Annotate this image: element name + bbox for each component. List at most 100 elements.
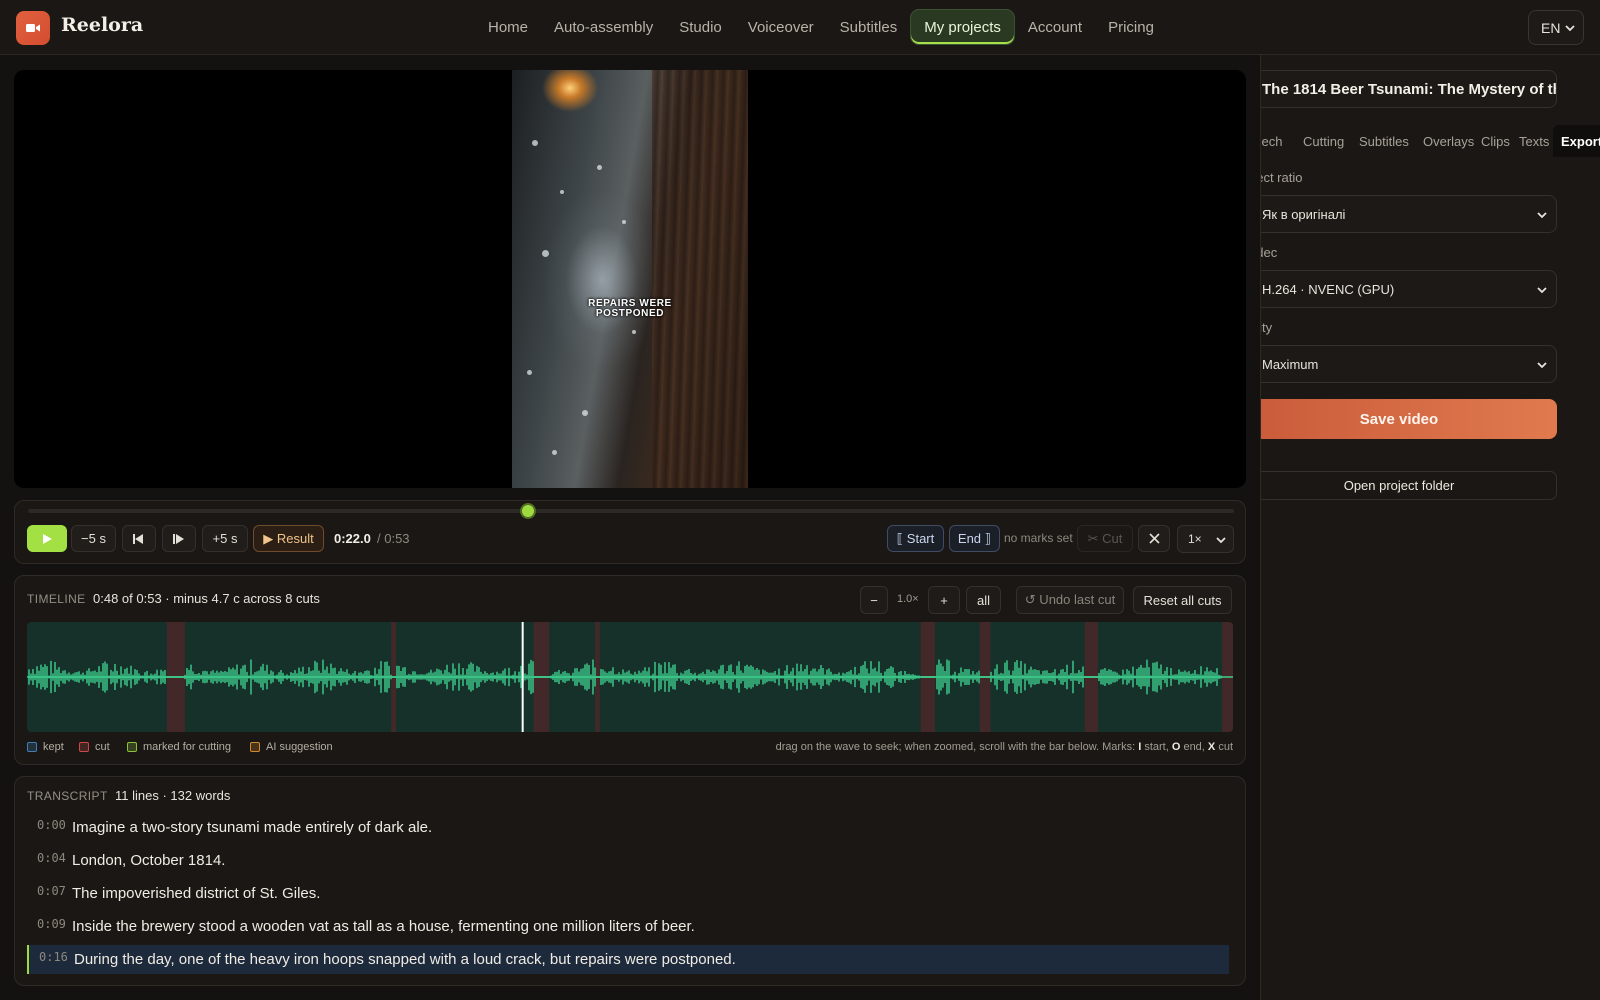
codec-select[interactable]: H.264 · NVENC (GPU)	[1261, 270, 1557, 308]
nav-voiceover[interactable]: Voiceover	[735, 9, 827, 45]
transcript-line-text: During the day, one of the heavy iron ho…	[74, 951, 736, 968]
splash-droplet	[542, 250, 549, 257]
hint-text: start,	[1141, 741, 1172, 753]
playback-speed-select[interactable]: 1×	[1177, 525, 1234, 553]
barrel-texture	[652, 70, 748, 488]
legend-marked: marked for cutting	[127, 741, 231, 753]
player-controls: −5 s +5 s ▶ Result 0:22.0 / 0:53 ⟦ Start…	[14, 500, 1246, 564]
total-time: / 0:53	[377, 531, 410, 546]
nav-studio[interactable]: Studio	[666, 9, 735, 45]
mark-start-button[interactable]: ⟦ Start	[887, 525, 944, 552]
tab-cutting[interactable]: Cutting	[1303, 125, 1344, 157]
quality-value: Maximum	[1262, 356, 1319, 372]
zoom-all-button[interactable]: all	[966, 586, 1001, 614]
cut-button[interactable]: ✂ Cut	[1077, 525, 1133, 552]
next-frame-button[interactable]	[162, 525, 196, 552]
project-title-input[interactable]: The 1814 Beer Tsunami: The Mystery of th…	[1261, 70, 1557, 108]
main-nav: Home Auto-assembly Studio Voiceover Subt…	[475, 9, 1167, 45]
scrub-bar[interactable]	[28, 503, 1234, 519]
splash-droplet	[632, 330, 636, 334]
timeline-stats: 0:48 of 0:53 · minus 4.7 с across 8 cuts	[93, 591, 320, 606]
splash-droplet	[560, 190, 564, 194]
nav-home[interactable]: Home	[475, 9, 541, 45]
transcript-line-text: The impoverished district of St. Giles.	[72, 885, 321, 902]
codec-label: odec	[1261, 245, 1278, 260]
waveform[interactable]	[27, 622, 1233, 732]
hint-text: end,	[1180, 741, 1208, 753]
export-side-panel: The 1814 Beer Tsunami: The Mystery of th…	[1260, 55, 1600, 1000]
previous-frame-button[interactable]	[122, 525, 156, 552]
transcript-line-time: 0:00	[37, 818, 66, 832]
transcript-line[interactable]: 0:07 The impoverished district of St. Gi…	[27, 879, 1229, 908]
legend-label-ai: AI suggestion	[266, 741, 333, 753]
tab-export[interactable]: Export	[1553, 125, 1600, 157]
back-5s-button[interactable]: −5 s	[71, 525, 116, 552]
quality-select[interactable]: Maximum	[1261, 345, 1557, 383]
open-project-folder-button[interactable]: Open project folder	[1261, 471, 1557, 500]
waveform-graphic[interactable]	[27, 622, 1233, 732]
zoom-out-button[interactable]: −	[860, 586, 888, 614]
splash-droplet	[552, 450, 557, 455]
legend-ai-suggestion: AI suggestion	[250, 741, 333, 753]
transcript-line-time: 0:16	[39, 950, 68, 964]
transcript-line[interactable]: 0:04 London, October 1814.	[27, 846, 1229, 875]
timeline-panel: TIMELINE 0:48 of 0:53 · minus 4.7 с acro…	[14, 575, 1246, 765]
legend-swatch-marked	[127, 742, 137, 752]
top-navigation-bar: Reelora Home Auto-assembly Studio Voiceo…	[0, 0, 1600, 55]
aspect-ratio-select[interactable]: Як в оригіналі	[1261, 195, 1557, 233]
close-icon	[1148, 533, 1160, 544]
legend-swatch-cut	[79, 742, 89, 752]
aspect-ratio-value: Як в оригіналі	[1262, 206, 1346, 222]
tab-texts[interactable]: Texts	[1519, 125, 1549, 157]
timeline-title: TIMELINE	[27, 592, 86, 606]
chevron-down-icon	[1565, 25, 1575, 32]
splash-droplet	[582, 410, 588, 416]
transcript-line-active[interactable]: 0:16 During the day, one of the heavy ir…	[27, 945, 1229, 974]
legend-swatch-ai	[250, 742, 260, 752]
timeline-hint: drag on the wave to seek; when zoomed, s…	[776, 741, 1233, 753]
play-button[interactable]	[27, 525, 67, 552]
forward-5s-button[interactable]: +5 s	[202, 525, 248, 552]
transcript-line[interactable]: 0:09 Inside the brewery stood a wooden v…	[27, 912, 1229, 941]
transcript-line-time: 0:07	[37, 884, 66, 898]
nav-subtitles[interactable]: Subtitles	[827, 9, 911, 45]
result-preview-button[interactable]: ▶ Result	[253, 525, 324, 552]
marks-status: no marks set	[1004, 531, 1073, 545]
save-video-button[interactable]: Save video	[1261, 399, 1557, 439]
video-subtitle-caption: REPAIRS WERE POSTPONED	[588, 298, 672, 319]
tab-clips[interactable]: Clips	[1481, 125, 1510, 157]
codec-value: H.264 · NVENC (GPU)	[1262, 281, 1395, 297]
tab-subtitles[interactable]: Subtitles	[1359, 125, 1409, 157]
video-camera-icon[interactable]	[16, 11, 50, 45]
mark-end-button[interactable]: End ⟧	[949, 525, 1000, 552]
transcript-stats: 11 lines · 132 words	[115, 788, 231, 803]
zoom-in-button[interactable]: +	[928, 586, 960, 614]
transcript-line-text: London, October 1814.	[72, 852, 226, 869]
nav-auto-assembly[interactable]: Auto-assembly	[541, 9, 666, 45]
playback-speed-value: 1×	[1188, 532, 1202, 546]
clear-marks-button[interactable]	[1138, 525, 1170, 552]
video-preview[interactable]: REPAIRS WERE POSTPONED	[14, 70, 1246, 488]
chevron-down-icon	[1537, 287, 1547, 294]
scrub-handle[interactable]	[520, 503, 537, 519]
legend-cut: cut	[79, 741, 110, 753]
language-value: EN	[1541, 19, 1561, 36]
undo-last-cut-button[interactable]: ↺ Undo last cut	[1016, 586, 1124, 614]
nav-account[interactable]: Account	[1015, 9, 1095, 45]
brand-name[interactable]: Reelora	[61, 14, 143, 36]
nav-my-projects[interactable]: My projects	[910, 9, 1015, 45]
transcript-title: TRANSCRIPT	[27, 789, 108, 803]
chevron-down-icon	[1537, 362, 1547, 369]
nav-pricing[interactable]: Pricing	[1095, 9, 1167, 45]
tab-overlays[interactable]: Overlays	[1423, 125, 1474, 157]
chevron-down-icon	[1537, 212, 1547, 219]
hint-text: cut	[1215, 741, 1233, 753]
transcript-line[interactable]: 0:00 Imagine a two-story tsunami made en…	[27, 813, 1229, 842]
legend-label-kept: kept	[43, 741, 64, 753]
reset-all-cuts-button[interactable]: Reset all cuts	[1133, 586, 1232, 614]
tab-speech[interactable]: peech	[1261, 125, 1282, 157]
legend-label-cut: cut	[95, 741, 110, 753]
language-select[interactable]: EN	[1528, 10, 1584, 45]
splash-droplet	[597, 165, 602, 170]
transcript-line-text: Imagine a two-story tsunami made entirel…	[72, 819, 433, 836]
